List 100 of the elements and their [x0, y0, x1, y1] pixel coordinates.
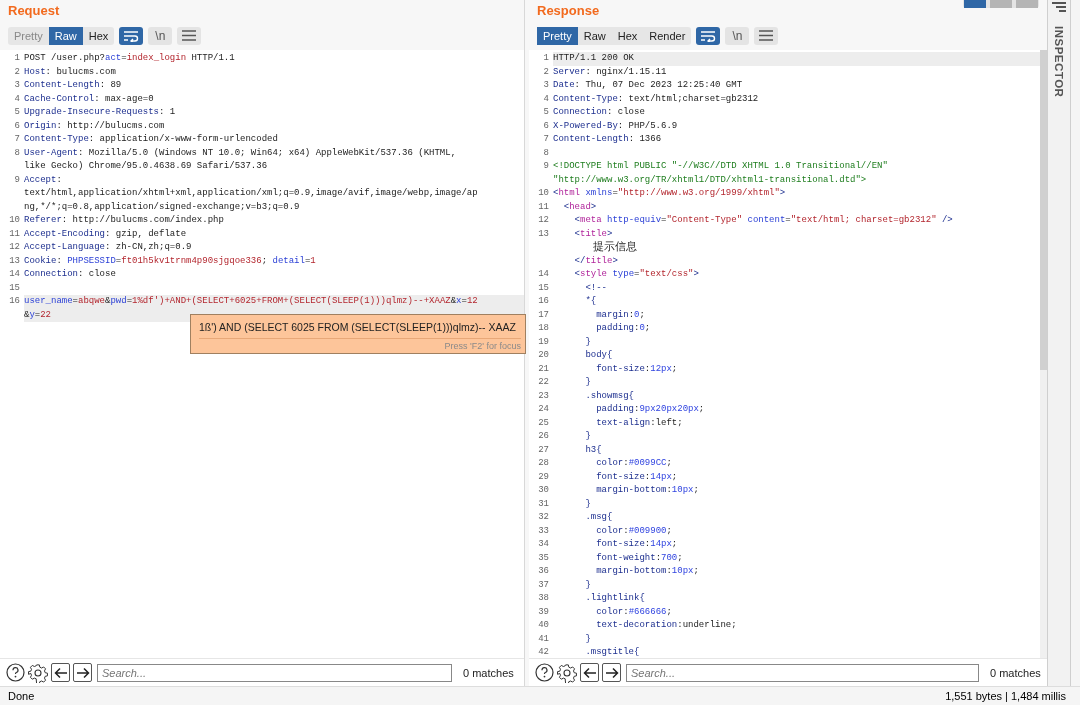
menu-button[interactable]	[177, 26, 202, 45]
wrap-toggle[interactable]	[119, 26, 144, 45]
line-number: 22	[538, 377, 549, 387]
scrollbar[interactable]	[1040, 50, 1047, 658]
left-arrow-icon	[582, 666, 597, 679]
code-line: }	[584, 497, 592, 511]
code-line: Accept-Encoding: gzip, deflate	[24, 227, 188, 241]
line-number: 23	[538, 390, 549, 401]
line-number: 28	[538, 458, 549, 468]
view-tab[interactable]: Hex	[611, 26, 644, 45]
code-line: padding:0;	[595, 322, 652, 335]
view-tab[interactable]: Raw	[48, 26, 83, 45]
line-number: 6	[543, 120, 549, 131]
line-number: 38	[538, 593, 549, 603]
line-number: 3	[14, 80, 20, 90]
code-line: X-Powered-By: PHP/5.6.9	[553, 119, 679, 133]
wrap-icon	[123, 29, 140, 42]
line-number: 25	[538, 417, 549, 428]
help-icon[interactable]	[6, 663, 25, 682]
line-number: 2	[543, 66, 549, 77]
line-number: 1	[543, 53, 549, 63]
line-number: 12	[9, 242, 20, 252]
menu-icon	[759, 30, 774, 41]
line-number: 27	[538, 444, 549, 455]
line-number: 30	[538, 485, 549, 495]
status-text: Done	[8, 690, 35, 702]
code-line: <title>	[573, 227, 614, 241]
code-line: Content-Type: text/html;charset=gb2312	[553, 92, 760, 106]
help-icon[interactable]	[535, 663, 554, 682]
line-number: 5	[543, 107, 549, 117]
search-field[interactable]: Search...	[97, 663, 452, 682]
line-number: 4	[14, 93, 20, 104]
code-line: text-decoration:underline;	[595, 619, 738, 632]
line-number: 15	[9, 282, 20, 293]
code-line: Host: bulucms.com	[24, 65, 117, 79]
code-line: font-size:12px;	[595, 362, 679, 376]
match-count: 0 matches	[990, 666, 1041, 679]
line-number: 37	[538, 579, 549, 590]
newline-toggle[interactable]: \n	[725, 26, 750, 45]
next-button[interactable]	[602, 663, 621, 682]
right-arrow-icon	[75, 666, 90, 679]
code-line: Server: nginx/1.15.11	[553, 65, 668, 79]
view-tab[interactable]: Raw	[577, 26, 612, 45]
code-line: margin:0;	[595, 308, 646, 322]
line-number: 13	[538, 228, 549, 239]
code-line: color:#666666;	[595, 605, 673, 619]
right-arrow-icon	[604, 666, 619, 679]
view-tab[interactable]: Hex	[82, 26, 115, 45]
code-line: Cookie: PHPSESSID=ft01h5kv1trnm4p90sjgqoe336; detail=1	[24, 254, 317, 268]
line-number: 13	[9, 255, 20, 266]
line-number: 41	[538, 633, 549, 644]
line-number: 33	[538, 525, 549, 536]
newline-toggle[interactable]: \n	[148, 26, 173, 45]
line-number: 10	[538, 188, 549, 198]
code-line: Referer: http://bulucms.com/index.php	[24, 214, 225, 227]
line-number: 9	[543, 161, 549, 171]
line-number: 10	[9, 215, 20, 225]
code-line: <head>	[562, 200, 598, 214]
line-number: 17	[538, 309, 549, 320]
code-line: body{	[584, 349, 614, 362]
code-line: "http://www.w3.org/TR/xhtml1/DTD/xhtml1-transitional.dtd">	[553, 173, 868, 187]
list-icon[interactable]	[1052, 2, 1066, 12]
next-button[interactable]	[73, 663, 92, 682]
code-line: }	[584, 578, 592, 592]
code-line: }	[584, 632, 592, 646]
code-line: }	[584, 430, 592, 443]
code-line: Date: Thu, 07 Dec 2023 12:25:40 GMT	[553, 79, 744, 92]
code-line: Cache-Control: max-age=0	[24, 92, 155, 106]
line-number: 18	[538, 323, 549, 333]
code-line: <html xmlns="http://www.w3.org/1999/xhtml">	[553, 187, 787, 200]
code-line: Origin: http://bulucms.com	[24, 119, 166, 133]
line-number: 24	[538, 404, 549, 414]
search-field[interactable]: Search...	[626, 663, 979, 682]
line-number: 40	[538, 620, 549, 630]
wrap-toggle[interactable]	[696, 26, 721, 45]
code-line: <!--	[584, 281, 608, 295]
line-number: 11	[9, 228, 20, 239]
line-number: 26	[538, 431, 549, 441]
line-number: 39	[538, 606, 549, 617]
line-number: 31	[538, 498, 549, 509]
view-tab[interactable]: Pretty	[537, 26, 578, 45]
code-line: *{	[584, 295, 598, 308]
menu-button[interactable]	[754, 26, 779, 45]
code-line: font-size:14px;	[595, 470, 679, 484]
view-tab[interactable]: Render	[643, 26, 692, 45]
line-number: 6	[14, 120, 20, 131]
line-number: 1	[14, 53, 20, 63]
settings-icon[interactable]	[28, 662, 48, 683]
inspector-tab[interactable]: INSPECTOR	[1053, 26, 1065, 98]
line-number: 12	[538, 215, 549, 225]
line-number: 9	[14, 174, 20, 185]
code-line: Content-Length: 1366	[553, 133, 663, 146]
code-line: Accept-Language: zh-CN,zh;q=0.9	[24, 241, 193, 254]
tooltip-text: 1ß') AND (SELECT 6025 FROM (SELECT(SLEEP(1)))qlmz)-- XAAZ	[199, 321, 521, 339]
line-number: 20	[538, 350, 549, 360]
line-number: 14	[9, 269, 20, 279]
settings-icon[interactable]	[557, 662, 577, 683]
previous-button[interactable]	[580, 663, 599, 682]
line-number: 21	[538, 363, 549, 374]
previous-button[interactable]	[51, 663, 70, 682]
